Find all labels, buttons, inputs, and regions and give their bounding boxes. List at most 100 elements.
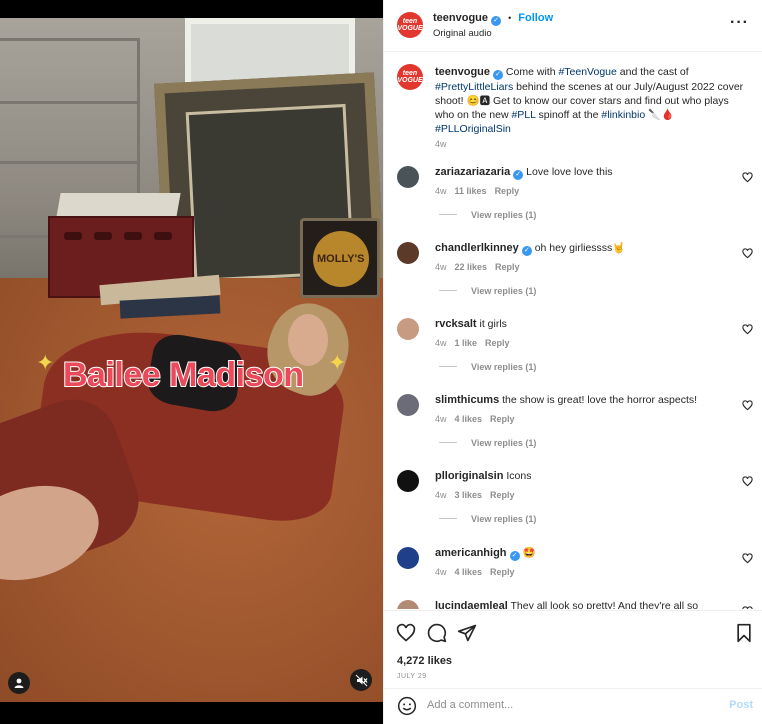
commenter-avatar[interactable] bbox=[397, 394, 419, 416]
hashtag-link[interactable]: #PLL bbox=[511, 109, 535, 121]
commenter-username[interactable]: americanhigh bbox=[435, 547, 507, 559]
caption-segment: and the cast of bbox=[616, 66, 689, 78]
teenvogue-avatar[interactable]: teen VOGUE bbox=[397, 12, 423, 38]
post-actions: 4,272 likes JULY 29 bbox=[384, 610, 762, 688]
commenter-username[interactable]: plloriginalsin bbox=[435, 470, 503, 482]
mute-button[interactable] bbox=[350, 669, 372, 691]
comment-text-line: zariazariazaria ✓ Love love love this bbox=[435, 166, 725, 180]
view-replies-label: View replies (1) bbox=[471, 438, 537, 448]
comment-item: lucindaemleal They all look so pretty! A… bbox=[384, 600, 762, 609]
hashtag-link[interactable]: #PrettyLittleLiars bbox=[435, 81, 513, 93]
comment-likes[interactable]: 11 likes bbox=[455, 186, 487, 196]
commenter-avatar[interactable] bbox=[397, 318, 419, 340]
more-options-icon[interactable]: ··· bbox=[730, 14, 749, 32]
caption-text: teenvogue ✓ Come with #TeenVogue and the … bbox=[435, 65, 745, 136]
sparkle-icon: ✦ bbox=[36, 350, 55, 375]
header-username[interactable]: teenvogue bbox=[433, 12, 488, 24]
comment-item: slimthicums the show is great! love the … bbox=[384, 394, 762, 470]
comment-like-heart-icon[interactable] bbox=[742, 172, 753, 183]
reply-button[interactable]: Reply bbox=[490, 414, 515, 424]
view-replies-button[interactable]: View replies (1) bbox=[439, 514, 536, 524]
comment-meta: 4w 4 likes Reply bbox=[435, 414, 515, 424]
heart-icon[interactable] bbox=[396, 623, 416, 643]
commenter-avatar[interactable] bbox=[397, 600, 419, 609]
mollys-sign: MOLLY'S bbox=[300, 218, 380, 298]
comment-like-heart-icon[interactable] bbox=[742, 553, 753, 564]
comment-text-line: americanhigh ✓ 🤩 bbox=[435, 547, 725, 561]
commenter-username[interactable]: zariazariazaria bbox=[435, 166, 510, 178]
caption-username[interactable]: teenvogue bbox=[435, 66, 490, 78]
user-tags-button[interactable] bbox=[8, 672, 30, 694]
comment-like-heart-icon[interactable] bbox=[742, 476, 753, 487]
commenter-username[interactable]: lucindaemleal bbox=[435, 600, 508, 609]
comment-time[interactable]: 4w bbox=[435, 490, 447, 500]
view-replies-label: View replies (1) bbox=[471, 210, 537, 220]
follow-button[interactable]: Follow bbox=[518, 12, 553, 24]
commenter-username[interactable]: rvcksalt bbox=[435, 318, 477, 330]
comment-item: rvcksalt it girls 4w 1 like Reply View repli… bbox=[384, 318, 762, 394]
comment-time[interactable]: 4w bbox=[435, 262, 447, 272]
comment-body: 🤩 bbox=[522, 547, 536, 559]
comment-time[interactable]: 4w bbox=[435, 414, 447, 424]
bookmark-icon[interactable] bbox=[735, 623, 753, 643]
view-replies-button[interactable]: View replies (1) bbox=[439, 438, 536, 448]
post-media[interactable]: MOLLY'S ✦ ✦ Bailee Madison bbox=[0, 0, 383, 724]
commenter-username[interactable]: slimthicums bbox=[435, 394, 499, 406]
comment-icon[interactable] bbox=[427, 623, 447, 643]
commenter-username[interactable]: chandlerlkinney bbox=[435, 242, 519, 254]
comment-time[interactable]: 4w bbox=[435, 338, 447, 348]
commenter-avatar[interactable] bbox=[397, 547, 419, 569]
comment-like-heart-icon[interactable] bbox=[742, 400, 753, 411]
hashtag-link[interactable]: #TeenVogue bbox=[558, 66, 616, 78]
comment-likes[interactable]: 4 likes bbox=[455, 414, 483, 424]
comment-likes[interactable]: 22 likes bbox=[455, 262, 488, 272]
comment-time[interactable]: 4w bbox=[435, 186, 447, 196]
post-date[interactable]: JULY 29 bbox=[397, 673, 427, 680]
audio-link[interactable]: Original audio bbox=[433, 28, 492, 39]
caption-avatar[interactable]: teen VOGUE bbox=[397, 64, 423, 90]
view-replies-button[interactable]: View replies (1) bbox=[439, 286, 536, 296]
comment-likes[interactable]: 3 likes bbox=[455, 490, 483, 500]
hashtag-link[interactable]: #linkinbio bbox=[601, 109, 645, 121]
share-icon[interactable] bbox=[457, 623, 477, 643]
comment-input[interactable]: Add a comment... bbox=[427, 699, 513, 711]
comment-body: the show is great! love the horror aspec… bbox=[502, 394, 698, 406]
commenter-avatar[interactable] bbox=[397, 470, 419, 492]
comment-likes[interactable]: 1 like bbox=[455, 338, 478, 348]
comment-time[interactable]: 4w bbox=[435, 567, 447, 577]
view-replies-label: View replies (1) bbox=[471, 514, 537, 524]
reply-button[interactable]: Reply bbox=[495, 186, 520, 196]
header-user-line: teenvogue ✓ • Follow bbox=[433, 12, 553, 26]
view-replies-label: View replies (1) bbox=[471, 286, 537, 296]
comment-like-heart-icon[interactable] bbox=[742, 248, 753, 259]
add-comment-bar: Add a comment... Post bbox=[384, 688, 762, 724]
commenter-avatar[interactable] bbox=[397, 242, 419, 264]
comment-like-heart-icon[interactable] bbox=[742, 606, 753, 609]
hashtag-link[interactable]: #PLLOriginalSin bbox=[435, 123, 511, 135]
post-header: teen VOGUE teenvogue ✓ • Follow Original … bbox=[384, 0, 762, 52]
post-photo: MOLLY'S ✦ ✦ Bailee Madison bbox=[0, 18, 383, 702]
likes-count[interactable]: 4,272 likes bbox=[397, 655, 452, 667]
reply-button[interactable]: Reply bbox=[490, 490, 515, 500]
comment-item: zariazariazaria ✓ Love love love this 4w 11… bbox=[384, 166, 762, 242]
comment-meta: 4w 4 likes Reply bbox=[435, 567, 515, 577]
view-replies-button[interactable]: View replies (1) bbox=[439, 210, 536, 220]
view-replies-button[interactable]: View replies (1) bbox=[439, 362, 536, 372]
comments-list[interactable]: teen VOGUE teenvogue ✓ Come with #TeenVog… bbox=[384, 53, 762, 609]
comment-body: oh hey girliessss🤘 bbox=[534, 242, 626, 254]
comment-meta: 4w 1 like Reply bbox=[435, 338, 510, 348]
reply-button[interactable]: Reply bbox=[485, 338, 510, 348]
comment-likes[interactable]: 4 likes bbox=[455, 567, 483, 577]
reply-button[interactable]: Reply bbox=[490, 567, 515, 577]
commenter-avatar[interactable] bbox=[397, 166, 419, 188]
post-button[interactable]: Post bbox=[729, 699, 753, 711]
emoji-icon[interactable] bbox=[397, 696, 417, 716]
verified-icon: ✓ bbox=[521, 246, 532, 256]
reply-button[interactable]: Reply bbox=[495, 262, 520, 272]
sparkle-icon: ✦ bbox=[328, 350, 347, 375]
comment-body: it girls bbox=[479, 318, 507, 330]
video-name-overlay: Bailee Madison bbox=[62, 355, 305, 395]
comment-body: Icons bbox=[506, 470, 532, 482]
comment-text-line: lucindaemleal They all look so pretty! A… bbox=[435, 600, 725, 609]
comment-like-heart-icon[interactable] bbox=[742, 324, 753, 335]
